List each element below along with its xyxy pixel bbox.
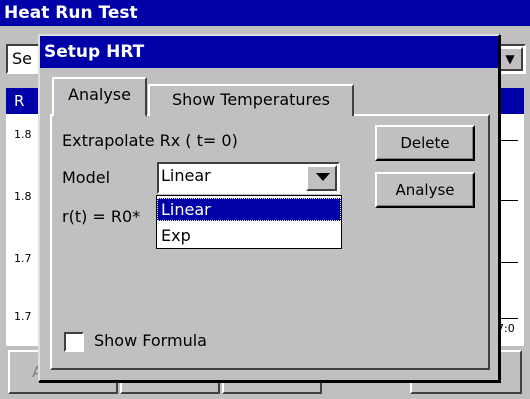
main-select-text: Se xyxy=(12,49,32,68)
model-option-exp[interactable]: Exp xyxy=(157,224,341,247)
tab-show-temperatures[interactable]: Show Temperatures xyxy=(148,84,354,116)
model-select-value: Linear xyxy=(161,166,211,185)
tab-analyse[interactable]: Analyse xyxy=(52,77,147,117)
delete-button[interactable]: Delete xyxy=(375,125,475,161)
chevron-down-icon[interactable]: ▼ xyxy=(497,47,523,71)
grid-line xyxy=(500,200,518,201)
dialog-title: Setup HRT xyxy=(40,36,498,68)
y-tick-label: 1.8 xyxy=(14,190,32,203)
formula-label: r(t) = R0* xyxy=(62,207,141,226)
main-window-title: Heat Run Test xyxy=(0,0,530,26)
model-option-linear[interactable]: Linear xyxy=(157,198,341,221)
chevron-down-icon xyxy=(316,173,330,181)
y-tick-label: 1.8 xyxy=(14,128,32,141)
show-formula-label[interactable]: Show Formula xyxy=(94,331,207,350)
model-label: Model xyxy=(62,168,111,187)
extrapolate-label: Extrapolate Rx ( t= 0) xyxy=(62,131,238,150)
grid-line xyxy=(500,318,518,319)
show-formula-checkbox[interactable] xyxy=(64,332,84,352)
grid-line xyxy=(500,262,518,263)
analyse-button[interactable]: Analyse xyxy=(375,172,475,208)
y-tick-label: 1.7 xyxy=(14,310,32,323)
y-tick-label: 1.7 xyxy=(14,252,32,265)
grid-line xyxy=(500,140,518,141)
